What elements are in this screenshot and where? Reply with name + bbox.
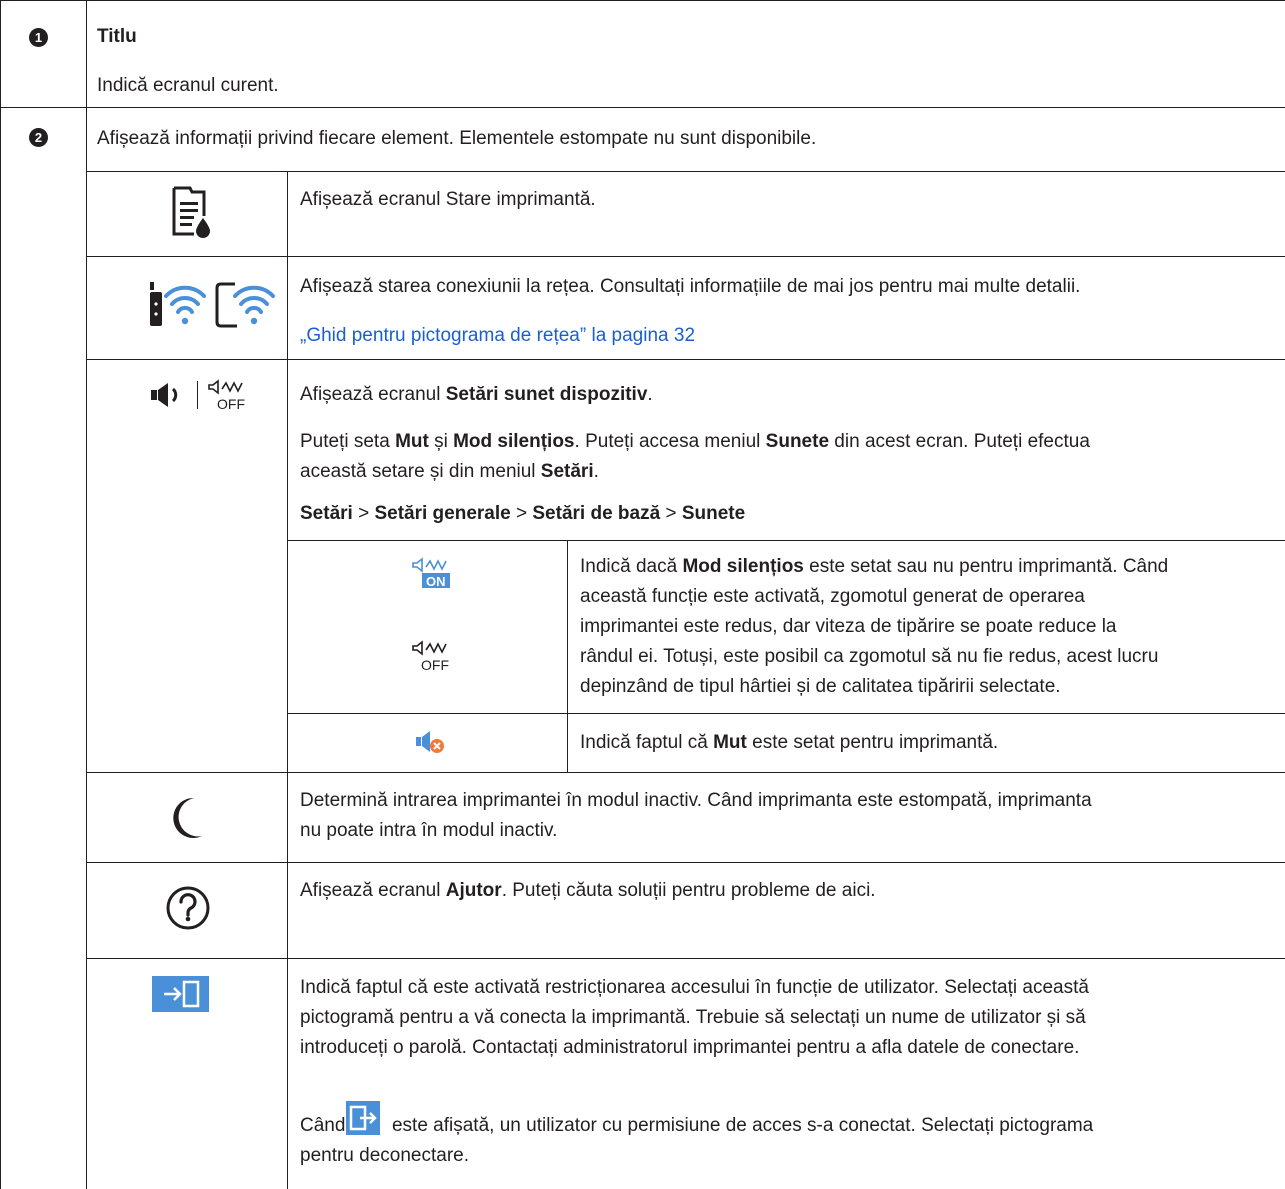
mute-icon[interactable] — [415, 729, 447, 755]
silent-line1: Indică dacă Mod silențios este setat sau… — [580, 552, 1168, 582]
help-term: Ajutor — [445, 880, 502, 901]
printer-status-text: Afișează ecranul Stare imprimantă. — [300, 189, 596, 210]
network-text: Afișează starea conexiunii la rețea. Con… — [300, 276, 1081, 297]
settings-term: Setări — [540, 461, 594, 482]
row-number-1: 1 — [29, 28, 48, 47]
icon-separator — [197, 381, 198, 409]
sleep-line2: nu poate intra în modul inactiv. — [300, 820, 558, 841]
login-line3: introduceți o parolă. Contactați adminis… — [300, 1037, 1080, 1058]
sound-p2-g: din acest ecran. Puteți efectua — [829, 431, 1090, 452]
silent-line5: depinzând de tipul hârtiei și de calitat… — [580, 676, 1061, 697]
sleep-line1: Determină intrarea imprimantei în modul … — [300, 790, 1092, 811]
silent-mode-term: Mod silențios — [682, 556, 804, 577]
login-l4-post: este afișată, un utilizator cu permisiun… — [386, 1115, 1094, 1136]
silent-mode-term: Mod silențios — [453, 431, 575, 452]
login-line2: pictogramă pentru a vă conecta la imprim… — [300, 1007, 1086, 1028]
mute-post: este setat pentru imprimantă. — [746, 732, 999, 753]
path-item-4: Sunete — [681, 503, 746, 524]
title-label: Titlu — [97, 26, 137, 47]
login-l4-pre: Când — [300, 1115, 351, 1136]
sound-line1-post: . — [647, 384, 653, 405]
help-pre: Afișează ecranul — [300, 880, 446, 901]
sounds-term: Sunete — [765, 431, 830, 452]
speaker-icon[interactable] — [150, 382, 186, 408]
silent-mode-on-icon[interactable]: ON — [412, 557, 452, 589]
path-separator: > — [510, 503, 533, 524]
path-item-3: Setări de bază — [532, 503, 661, 524]
path-item-1: Setări — [300, 503, 353, 524]
svg-text:OFF: OFF — [421, 657, 449, 672]
sound-line1: Afișează ecranul Setări sunet dispozitiv… — [300, 380, 653, 410]
row-number-2: 2 — [29, 128, 48, 147]
svg-text:ON: ON — [426, 574, 446, 589]
sound-line1-pre: Afișează ecranul — [300, 384, 446, 405]
title-description: Indică ecranul curent. — [97, 75, 279, 96]
help-text: Afișează ecranul Ajutor. Puteți căuta so… — [300, 876, 876, 906]
login-line4: Când este afișată, un utilizator cu perm… — [300, 1111, 1093, 1141]
help-post: . Puteți căuta soluții pentru probleme d… — [501, 880, 876, 901]
mute-term: Mut — [713, 732, 747, 753]
path-separator: > — [660, 503, 682, 524]
settings-menu-path: Setări > Setări generale > Setări de baz… — [300, 499, 745, 529]
router-wifi-icon[interactable] — [148, 280, 210, 330]
login-line1: Indică faptul că este activată restricți… — [300, 977, 1089, 998]
sound-line3: această setare și din meniul Setări. — [300, 457, 599, 487]
mute-pre: Indică faptul că — [580, 732, 714, 753]
logout-icon[interactable] — [346, 1101, 380, 1135]
moon-icon[interactable] — [170, 796, 204, 840]
sound-settings-name: Setări sunet dispozitiv — [445, 384, 648, 405]
silent-mode-off-icon[interactable]: OFF — [412, 640, 452, 672]
sound-line2: Puteți seta Mut și Mod silențios. Puteți… — [300, 427, 1090, 457]
silent-line2: această funcție este activată, zgomotul … — [580, 586, 1085, 607]
device-wifi-icon[interactable] — [215, 280, 277, 330]
sound-p2-a: Puteți seta — [300, 431, 396, 452]
sound-p2-h: această setare și din meniul — [300, 461, 541, 482]
svg-text:OFF: OFF — [217, 396, 245, 411]
printer-status-icon[interactable] — [168, 182, 212, 242]
mute-term: Mut — [395, 431, 429, 452]
help-icon[interactable] — [165, 885, 211, 931]
silent-line4: rândul ei. Totuși, este posibil ca zgomo… — [580, 646, 1159, 667]
path-item-2: Setări generale — [374, 503, 511, 524]
login-icon[interactable] — [152, 976, 209, 1012]
sound-p2-j: . — [593, 461, 599, 482]
mute-text: Indică faptul că Mut este setat pentru i… — [580, 728, 998, 758]
silent-line1-pre: Indică dacă — [580, 556, 683, 577]
sound-p2-c: și — [428, 431, 454, 452]
network-guide-link[interactable]: „Ghid pentru pictograma de rețea” la pag… — [300, 321, 695, 351]
silent-mode-off-icon[interactable]: OFF — [208, 379, 248, 411]
sound-p2-e: . Puteți accesa meniul — [574, 431, 766, 452]
row2-intro: Afișează informații privind fiecare elem… — [97, 128, 817, 149]
silent-line1-post: este setat sau nu pentru imprimantă. Cân… — [803, 556, 1169, 577]
silent-line3: imprimantei este redus, dar viteza de ti… — [580, 616, 1117, 637]
path-separator: > — [352, 503, 375, 524]
login-line5: pentru deconectare. — [300, 1145, 470, 1166]
